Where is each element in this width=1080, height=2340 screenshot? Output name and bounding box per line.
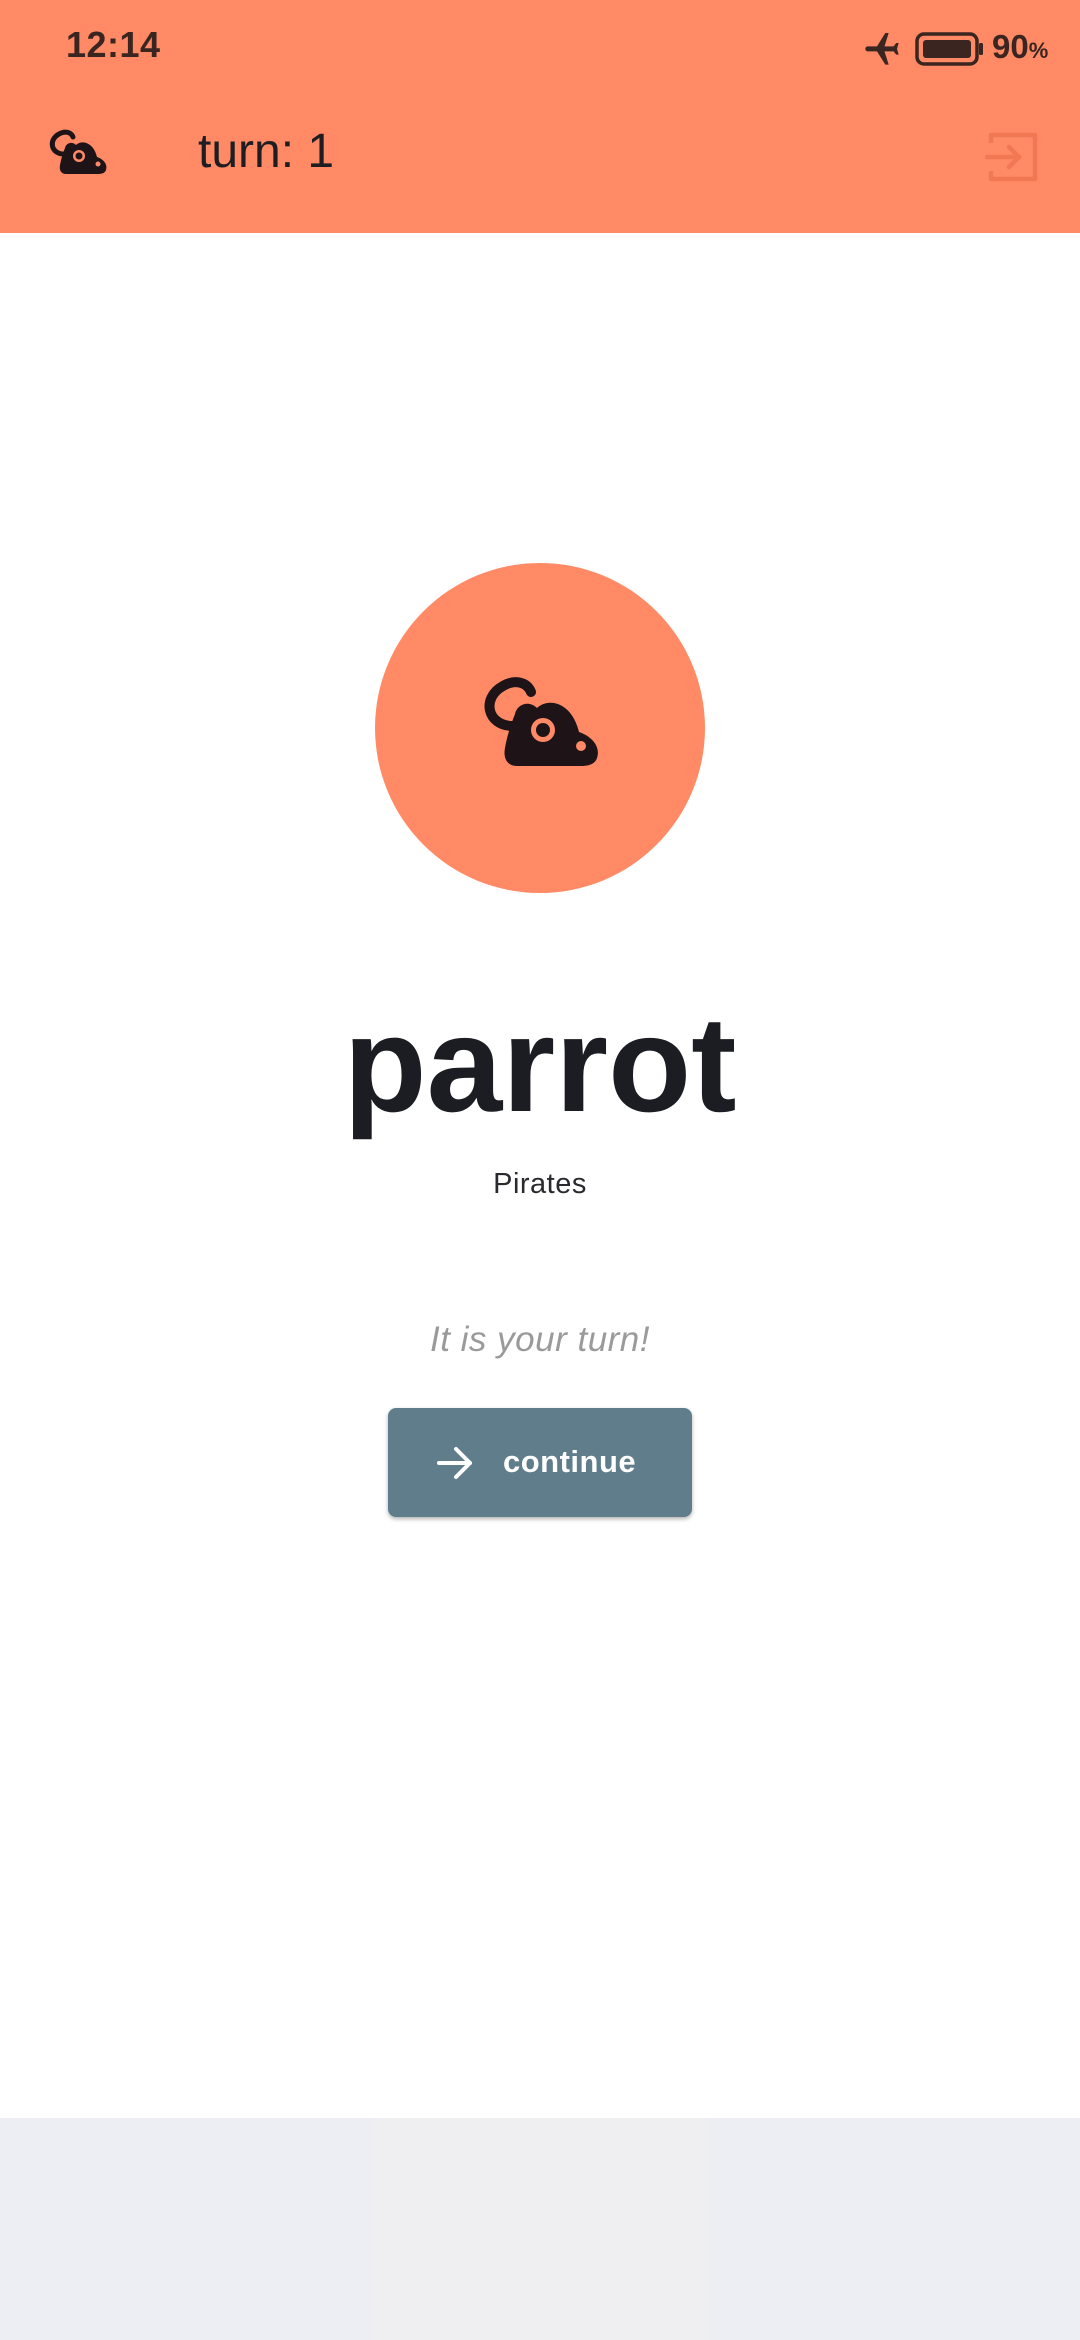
app-header: 12:14 90% turn: 1 xyxy=(0,0,1080,233)
turn-message: It is your turn! xyxy=(429,1320,651,1359)
mouse-icon[interactable] xyxy=(46,128,108,184)
continue-button[interactable]: continue xyxy=(388,1408,692,1517)
word-category: Pirates xyxy=(493,1168,587,1200)
turn-counter: turn: 1 xyxy=(198,125,335,178)
secret-word: parrot xyxy=(343,988,737,1140)
mouse-avatar-icon xyxy=(484,677,598,766)
airplane-mode-icon xyxy=(865,33,899,65)
status-time: 12:14 xyxy=(66,24,161,65)
exit-icon[interactable] xyxy=(985,129,1041,185)
battery-icon xyxy=(915,32,983,66)
bottom-bar xyxy=(0,2118,1080,2340)
continue-label: continue xyxy=(503,1444,637,1479)
status-bar: 12:14 90% xyxy=(0,0,1080,100)
battery-percentage: 90% xyxy=(992,28,1049,65)
arrow-right-icon xyxy=(437,1447,472,1479)
bottom-bar-center xyxy=(372,2118,708,2340)
